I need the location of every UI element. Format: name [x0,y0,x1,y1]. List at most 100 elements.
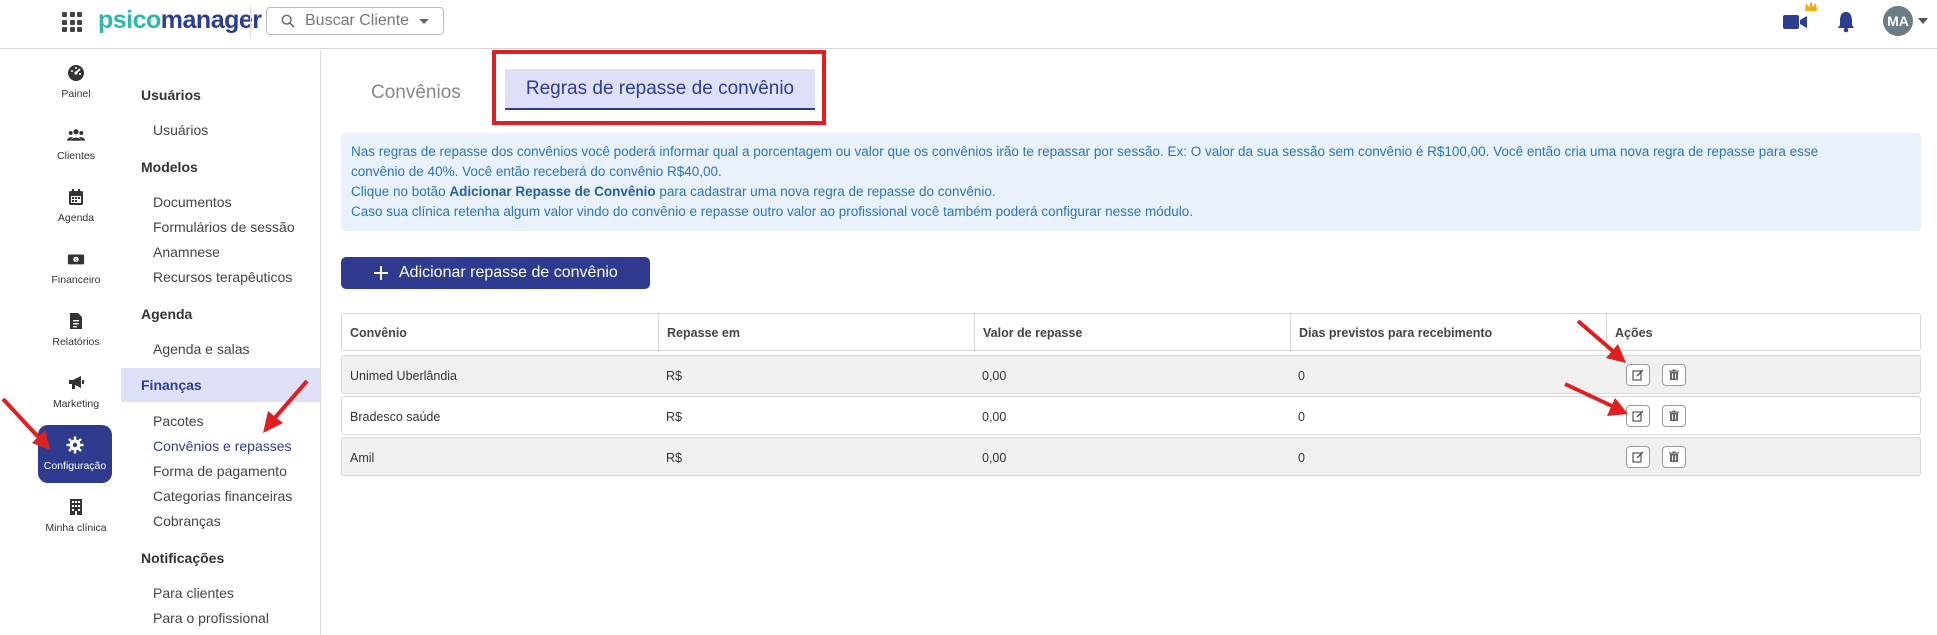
chevron-down-icon [419,18,430,24]
submenu-heading-notificacoes: Notificações [141,550,225,566]
apps-grid-icon[interactable] [62,12,82,32]
document-icon [70,313,82,329]
main-nav: Painel Clientes Agenda $ Financeiro Rela… [38,50,120,635]
logo-part2: manager [160,6,262,34]
cell-convenio: Bradesco saúde [350,409,441,424]
submenu-item-formularios[interactable]: Formulários de sessão [153,219,295,235]
divider [250,6,251,38]
table-row: Amil R$ 0,00 0 [341,437,1921,476]
cell-dias: 0 [1298,368,1305,383]
cell-convenio: Amil [350,450,375,465]
logo-part1: psico [98,6,161,34]
annotation-arrow [1564,382,1628,416]
cell-convenio: Unimed Uberlândia [350,368,458,383]
highlight-box [492,50,826,125]
crown-icon [1805,1,1817,11]
bell-icon[interactable] [1835,9,1857,33]
submenu-item-documentos[interactable]: Documentos [153,194,232,210]
chevron-down-icon[interactable] [1918,18,1928,24]
nav-label: Agenda [57,212,95,224]
trash-icon [1669,410,1679,421]
gear-icon [66,436,84,454]
column-header-dias: Dias previstos para recebimento [1290,314,1606,352]
submenu-heading-modelos: Modelos [141,159,198,175]
nav-item-financeiro[interactable]: $ Financeiro [38,240,114,296]
submenu-item-recursos[interactable]: Recursos terapêuticos [153,269,292,285]
cell-valor: 0,00 [982,450,1007,465]
submenu-item-usuarios[interactable]: Usuários [153,122,208,138]
nav-item-agenda[interactable]: Agenda [38,178,114,234]
nav-label: Minha clínica [45,522,107,534]
submenu-item-agenda-salas[interactable]: Agenda e salas [153,341,250,357]
info-line-2: convênio de 40%. Você então receberá do … [351,164,722,179]
cell-dias: 0 [1298,409,1305,424]
column-header-convenio: Convênio [350,326,407,340]
nav-label: Configuração [43,460,107,472]
submenu-heading-usuarios: Usuários [141,87,201,103]
app-logo[interactable]: psicomanager [98,6,262,35]
cell-dias: 0 [1298,450,1305,465]
calendar-icon [69,189,83,205]
delete-button[interactable] [1662,364,1686,386]
submenu-item-anamnese[interactable]: Anamnese [153,244,220,260]
edit-icon [1632,410,1644,422]
submenu-item-cobrancas[interactable]: Cobranças [153,513,221,529]
search-client-select[interactable]: Buscar Cliente [266,7,444,35]
nav-item-minha-clinica[interactable]: Minha clínica [38,488,114,544]
submenu-heading-label: Finanças [141,377,202,393]
video-camera-icon[interactable] [1782,13,1808,31]
megaphone-icon [69,376,84,389]
column-header-repasse-em: Repasse em [658,314,974,352]
add-button-label: Adicionar repasse de convênio [399,264,618,281]
submenu-item-convenios-repasses[interactable]: Convênios e repasses [153,438,292,454]
table-header: Convênio Repasse em Valor de repasse Dia… [341,313,1921,352]
submenu-item-pacotes[interactable]: Pacotes [153,413,204,429]
cell-repasse-em: R$ [666,368,682,383]
delete-button[interactable] [1662,446,1686,468]
cell-valor: 0,00 [982,368,1007,383]
nav-label: Painel [61,88,91,100]
annotation-arrow [263,379,309,433]
tab-convenios[interactable]: Convênios [371,82,461,104]
column-header-acoes: Ações [1606,314,1920,352]
table-row: Unimed Uberlândia R$ 0,00 0 [341,355,1921,394]
annotation-arrow [1576,319,1626,363]
cell-repasse-em: R$ [666,409,682,424]
edit-button[interactable] [1626,446,1650,468]
nav-item-painel[interactable]: Painel [38,54,114,110]
table-row: Bradesco saúde R$ 0,00 0 [341,396,1921,435]
submenu-item-categorias[interactable]: Categorias financeiras [153,488,292,504]
building-icon [70,499,82,515]
svg-text:$: $ [75,257,78,263]
info-alert: Nas regras de repasse dos convênios você… [341,133,1921,231]
annotation-arrow [1,397,50,450]
info-line-3: Clique no botão Adicionar Repasse de Con… [351,184,996,199]
nav-label: Clientes [57,150,95,162]
nav-label: Financeiro [51,274,101,286]
submenu-heading-agenda: Agenda [141,306,193,322]
submenu-item-para-clientes[interactable]: Para clientes [153,585,234,601]
delete-button[interactable] [1662,405,1686,427]
search-icon [281,14,295,28]
info-line-1: Nas regras de repasse dos convênios você… [351,144,1819,159]
dashboard-icon [68,65,84,81]
nav-item-clientes[interactable]: Clientes [38,116,114,172]
money-icon: $ [67,254,85,265]
cell-valor: 0,00 [982,409,1007,424]
settings-submenu: Usuários Usuários Modelos Documentos For… [121,50,321,635]
edit-icon [1632,369,1644,381]
add-repasse-button[interactable]: Adicionar repasse de convênio [341,257,650,289]
submenu-item-para-profissional[interactable]: Para o profissional [153,610,269,626]
nav-item-relatorios[interactable]: Relatórios [38,302,114,358]
edit-icon [1632,451,1644,463]
trash-icon [1669,451,1679,462]
plus-icon [374,266,388,280]
users-icon [67,129,85,141]
search-placeholder: Buscar Cliente [305,12,410,29]
avatar[interactable]: MA [1883,6,1913,36]
trash-icon [1669,369,1679,380]
submenu-item-forma-pagamento[interactable]: Forma de pagamento [153,463,287,479]
column-header-valor: Valor de repasse [974,314,1290,352]
cell-repasse-em: R$ [666,450,682,465]
top-bar: psicomanager Buscar Cliente MA [0,0,1937,49]
